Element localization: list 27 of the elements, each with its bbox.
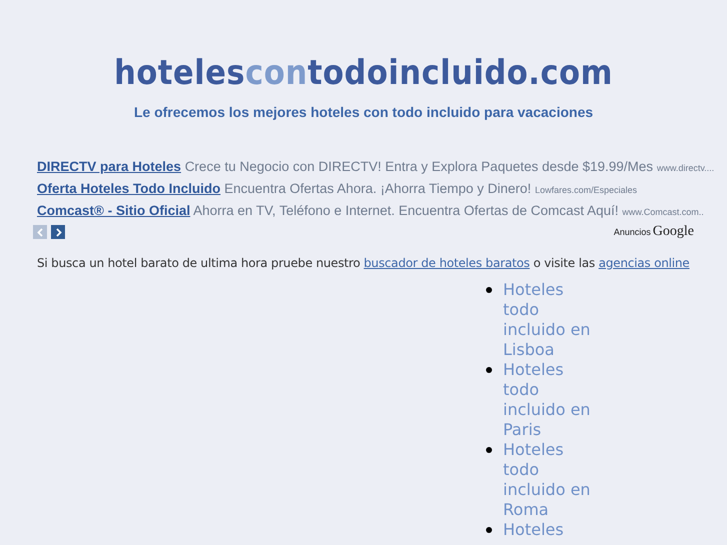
- hotel-link[interactable]: Hoteles: [503, 520, 593, 540]
- ad-url: Lowfares.com/Especiales: [534, 185, 637, 195]
- ad-title-link[interactable]: DIRECTV para Hoteles: [37, 159, 182, 174]
- next-button[interactable]: [51, 225, 65, 239]
- hotel-link[interactable]: Hoteles todo incluido en Lisboa: [503, 280, 593, 360]
- intro-text: Si busca un hotel barato de ultima hora pruebe nuestro buscador de hoteles baratos o visite las agencias online: [37, 256, 690, 270]
- hotel-link[interactable]: Hoteles todo incluido en Paris: [503, 360, 593, 440]
- ad-text: Ahorra en TV, Teléfono e Internet. Encuentra Ofertas de Comcast Aquí!: [193, 203, 619, 218]
- site-logo: hotelescontodoincluido.com: [113, 52, 614, 95]
- ads-by-label: Anuncios: [614, 227, 651, 237]
- ad-url: www.directv....: [656, 163, 714, 173]
- ad-text: Encuentra Ofertas Ahora. ¡Ahorra Tiempo y Dinero!: [224, 181, 532, 196]
- bullet-icon: [486, 447, 492, 453]
- chevron-right-icon: [54, 228, 62, 236]
- ads-brand: Google: [652, 224, 694, 240]
- ad-title-link[interactable]: Oferta Hoteles Todo Incluido: [37, 181, 221, 196]
- tagline: Le ofrecemos los mejores hoteles con todo incluido para vacaciones: [132, 104, 594, 120]
- ad-text: Crece tu Negocio con DIRECTV! Entra y Explora Paquetes desde $19.99/Mes: [184, 159, 654, 174]
- chevron-left-icon: [36, 228, 44, 236]
- bullet-icon: [486, 527, 492, 533]
- search-link[interactable]: buscador de hoteles baratos: [364, 256, 530, 270]
- ad-title-link[interactable]: Comcast® - Sitio Oficial: [37, 203, 190, 218]
- bullet-icon: [486, 287, 492, 293]
- ad-url: www.Comcast.com..: [622, 207, 704, 217]
- hotel-link[interactable]: Hoteles todo incluido en Roma: [503, 440, 593, 520]
- bullet-icon: [486, 367, 492, 373]
- agencies-link[interactable]: agencias online: [598, 256, 690, 270]
